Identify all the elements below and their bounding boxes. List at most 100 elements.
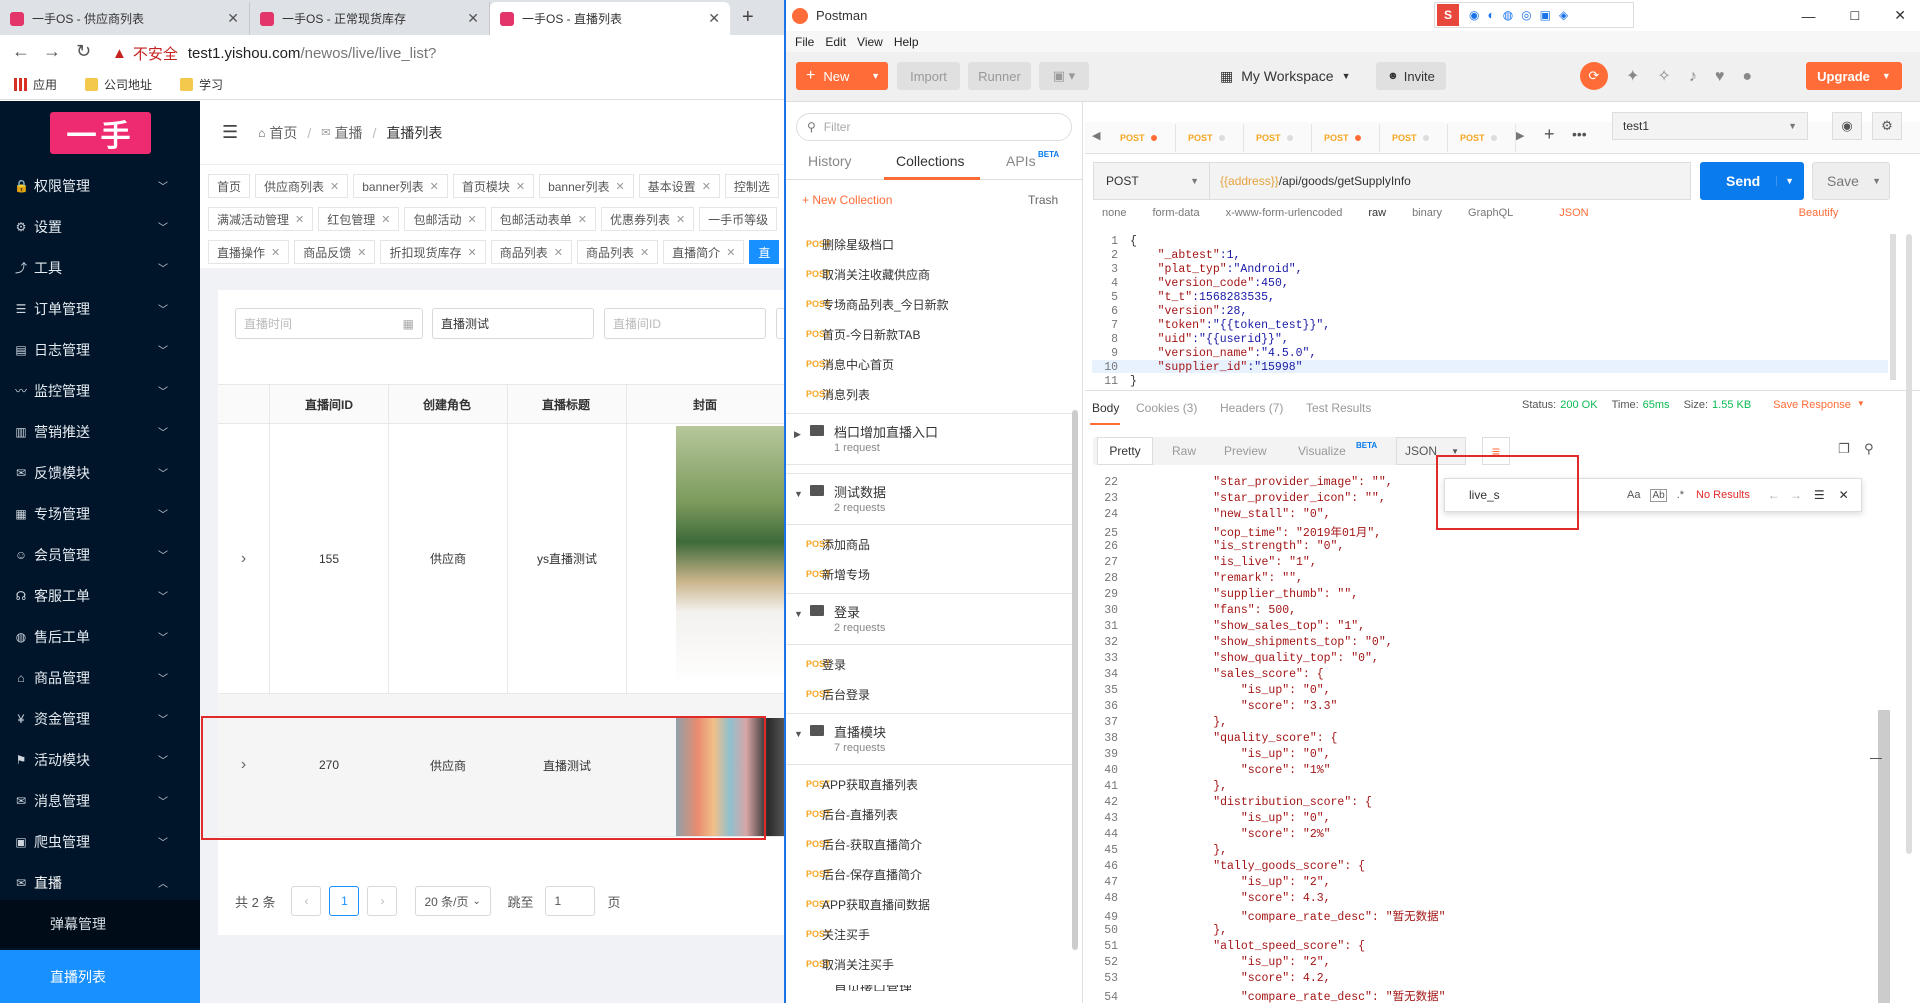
environment-select[interactable]: test1 ▼ [1612, 112, 1808, 140]
page-tab[interactable]: 直播简介 ✕ [663, 240, 745, 264]
header-icons[interactable]: ✦✧♪♥● [1626, 66, 1770, 86]
close-icon[interactable]: ✕ [554, 246, 563, 259]
menu-help[interactable]: Help [894, 35, 919, 49]
collection-request[interactable]: POST APP获取直播间数据 [786, 889, 1073, 919]
request-tab[interactable]: POST [1384, 124, 1448, 152]
sync-icon[interactable]: ⟳ [1580, 62, 1608, 90]
runner-button[interactable]: Runner [968, 62, 1031, 90]
request-tab[interactable]: POST [1248, 124, 1312, 152]
collection-request[interactable]: POST 后台-直播列表 [786, 799, 1073, 829]
page-tab[interactable]: 商品反馈 ✕ [294, 240, 376, 264]
window-scrollbar[interactable] [1906, 234, 1912, 854]
close-icon[interactable]: ✕ [615, 180, 624, 193]
new-button[interactable]: + New ▼ [796, 62, 888, 90]
close-icon[interactable]: ✕ [516, 180, 525, 193]
collection-request[interactable]: POST 删除星级档口 [786, 229, 1073, 259]
sidebar-item[interactable]: ☊ 客服工单 ﹀ [0, 575, 200, 616]
response-tab-cookies[interactable]: Cookies (3) [1136, 401, 1197, 415]
close-icon[interactable]: ✕ [640, 246, 649, 259]
scroll-left-icon[interactable]: ◀ [1092, 129, 1100, 142]
page-tab[interactable]: 红包管理 ✕ [318, 207, 400, 231]
page-tab[interactable]: 一手币等级 [699, 207, 778, 231]
next-match-icon[interactable]: → [1790, 488, 1802, 502]
close-icon[interactable]: ✕ [702, 180, 711, 193]
eye-icon[interactable]: ◉ [1832, 112, 1862, 140]
new-window-icon[interactable]: ▣ ▾ [1039, 62, 1089, 90]
editor-scrollbar[interactable] [1890, 234, 1896, 380]
collection-request[interactable]: POST 消息中心首页 [786, 349, 1073, 379]
copy-icon[interactable]: ❐ [1838, 441, 1850, 457]
reload-icon[interactable]: ↻ [76, 41, 91, 62]
submenu-item[interactable]: 弹幕管理 [0, 900, 200, 948]
request-tab[interactable]: POST [1112, 124, 1176, 152]
response-tab-body[interactable]: Body [1092, 401, 1119, 415]
browser-tab[interactable]: 一手OS - 供应商列表 ✕ [0, 2, 250, 35]
collection-request[interactable]: POST 添加商品 [786, 529, 1073, 559]
view-pretty[interactable]: Pretty [1097, 437, 1153, 465]
ime-tool-icons[interactable]: ◉◐◍◎▣◈ [1469, 8, 1576, 22]
page-1-button[interactable]: 1 [329, 886, 360, 916]
collection-folder[interactable] [786, 593, 1073, 645]
page-tab[interactable]: 供应商列表 ✕ [255, 174, 349, 198]
next-page-button[interactable]: › [367, 886, 398, 916]
page-tab[interactable]: 优惠券列表 ✕ [600, 207, 695, 231]
page-tab[interactable]: 商品列表 ✕ [576, 240, 659, 264]
caret-down-icon[interactable]: ▼ [794, 489, 803, 499]
match-case-icon[interactable]: Aa [1627, 489, 1640, 501]
caret-right-icon[interactable]: ▶ [794, 429, 801, 440]
live-title-input[interactable]: 直播测试 [432, 308, 594, 339]
invite-button[interactable]: ☻ Invite [1376, 62, 1446, 90]
page-tab[interactable]: 控制选 [724, 174, 779, 198]
page-size-select[interactable]: 20 条/页 ⌄ [415, 886, 492, 916]
folder-name-partial[interactable]: 首页接口管理 [834, 985, 912, 991]
new-collection-button[interactable]: + New Collection [802, 193, 892, 207]
close-window-icon[interactable]: ✕ [1894, 7, 1906, 24]
page-tab[interactable]: 满减活动管理 ✕ [208, 207, 314, 231]
beautify-link[interactable]: Beautify [1799, 207, 1839, 219]
close-icon[interactable]: ✕ [467, 246, 476, 259]
page-tab[interactable]: 包邮活动 ✕ [404, 207, 486, 231]
sidebar-item[interactable]: ✉ 消息管理 ﹀ [0, 780, 200, 821]
view-visualize[interactable]: Visualize [1298, 444, 1346, 458]
find-in-selection-icon[interactable]: ☰ [1814, 488, 1825, 502]
collection-request[interactable]: POST 登录 [786, 649, 1073, 679]
close-icon[interactable]: ✕ [227, 10, 239, 27]
cover-image[interactable] [676, 426, 784, 684]
collection-request[interactable]: POST 后台登录 [786, 679, 1073, 709]
goto-page-input[interactable]: 1 [545, 886, 596, 916]
page-tab[interactable]: 商品列表 ✕ [490, 240, 572, 264]
sidebar-item[interactable]: ▣ 爬虫管理 ﹀ [0, 821, 200, 862]
tab-collections[interactable]: Collections [896, 153, 964, 169]
scroll-right-icon[interactable]: ▶ [1516, 129, 1524, 142]
collection-folder[interactable] [786, 713, 1073, 765]
bookmark-folder[interactable]: 公司地址 [85, 76, 152, 93]
more-tabs-icon[interactable]: ••• [1572, 126, 1587, 142]
sidebar-item[interactable]: ◍ 售后工单 ﹀ [0, 616, 200, 657]
close-icon[interactable]: ✕ [295, 213, 304, 226]
sidebar-item[interactable]: ▦ 专场管理 ﹀ [0, 493, 200, 534]
sidebar-item[interactable]: ✉ 直播 ︿ [0, 862, 200, 903]
forward-icon[interactable]: → [43, 41, 61, 62]
save-response-button[interactable]: Save Response [1773, 399, 1851, 411]
upgrade-button[interactable]: Upgrade ▼ [1806, 62, 1902, 90]
prev-page-button[interactable]: ‹ [291, 886, 322, 916]
request-tab[interactable]: POST [1452, 124, 1516, 152]
minimize-icon[interactable]: — [1802, 8, 1816, 24]
body-raw[interactable]: raw [1368, 207, 1386, 219]
page-tab[interactable]: 折扣现货库存 ✕ [380, 240, 486, 264]
page-tab[interactable]: 首页模块 ✕ [452, 174, 535, 198]
close-icon[interactable]: ✕ [578, 213, 587, 226]
collection-request[interactable]: POST 专场商品列表_今日新款 [786, 289, 1073, 319]
maximize-icon[interactable]: ☐ [1850, 9, 1861, 23]
menu-view[interactable]: View [857, 35, 883, 49]
caret-down-icon[interactable]: ▼ [794, 609, 803, 619]
live-time-picker[interactable]: 直播时间 ▦ [235, 308, 423, 339]
page-tab[interactable]: banner列表 ✕ [353, 174, 448, 198]
add-tab-icon[interactable]: + [1544, 124, 1555, 145]
settings-icon[interactable]: ⚙ [1872, 112, 1902, 140]
menu-file[interactable]: File [795, 35, 814, 49]
save-button[interactable]: Save ▼ [1812, 162, 1890, 200]
url-input[interactable]: {{address}}/api/goods/getSupplyInfo [1209, 162, 1691, 200]
close-find-icon[interactable]: ✕ [1839, 488, 1849, 502]
collection-request[interactable]: POST 取消关注买手 [786, 949, 1073, 979]
